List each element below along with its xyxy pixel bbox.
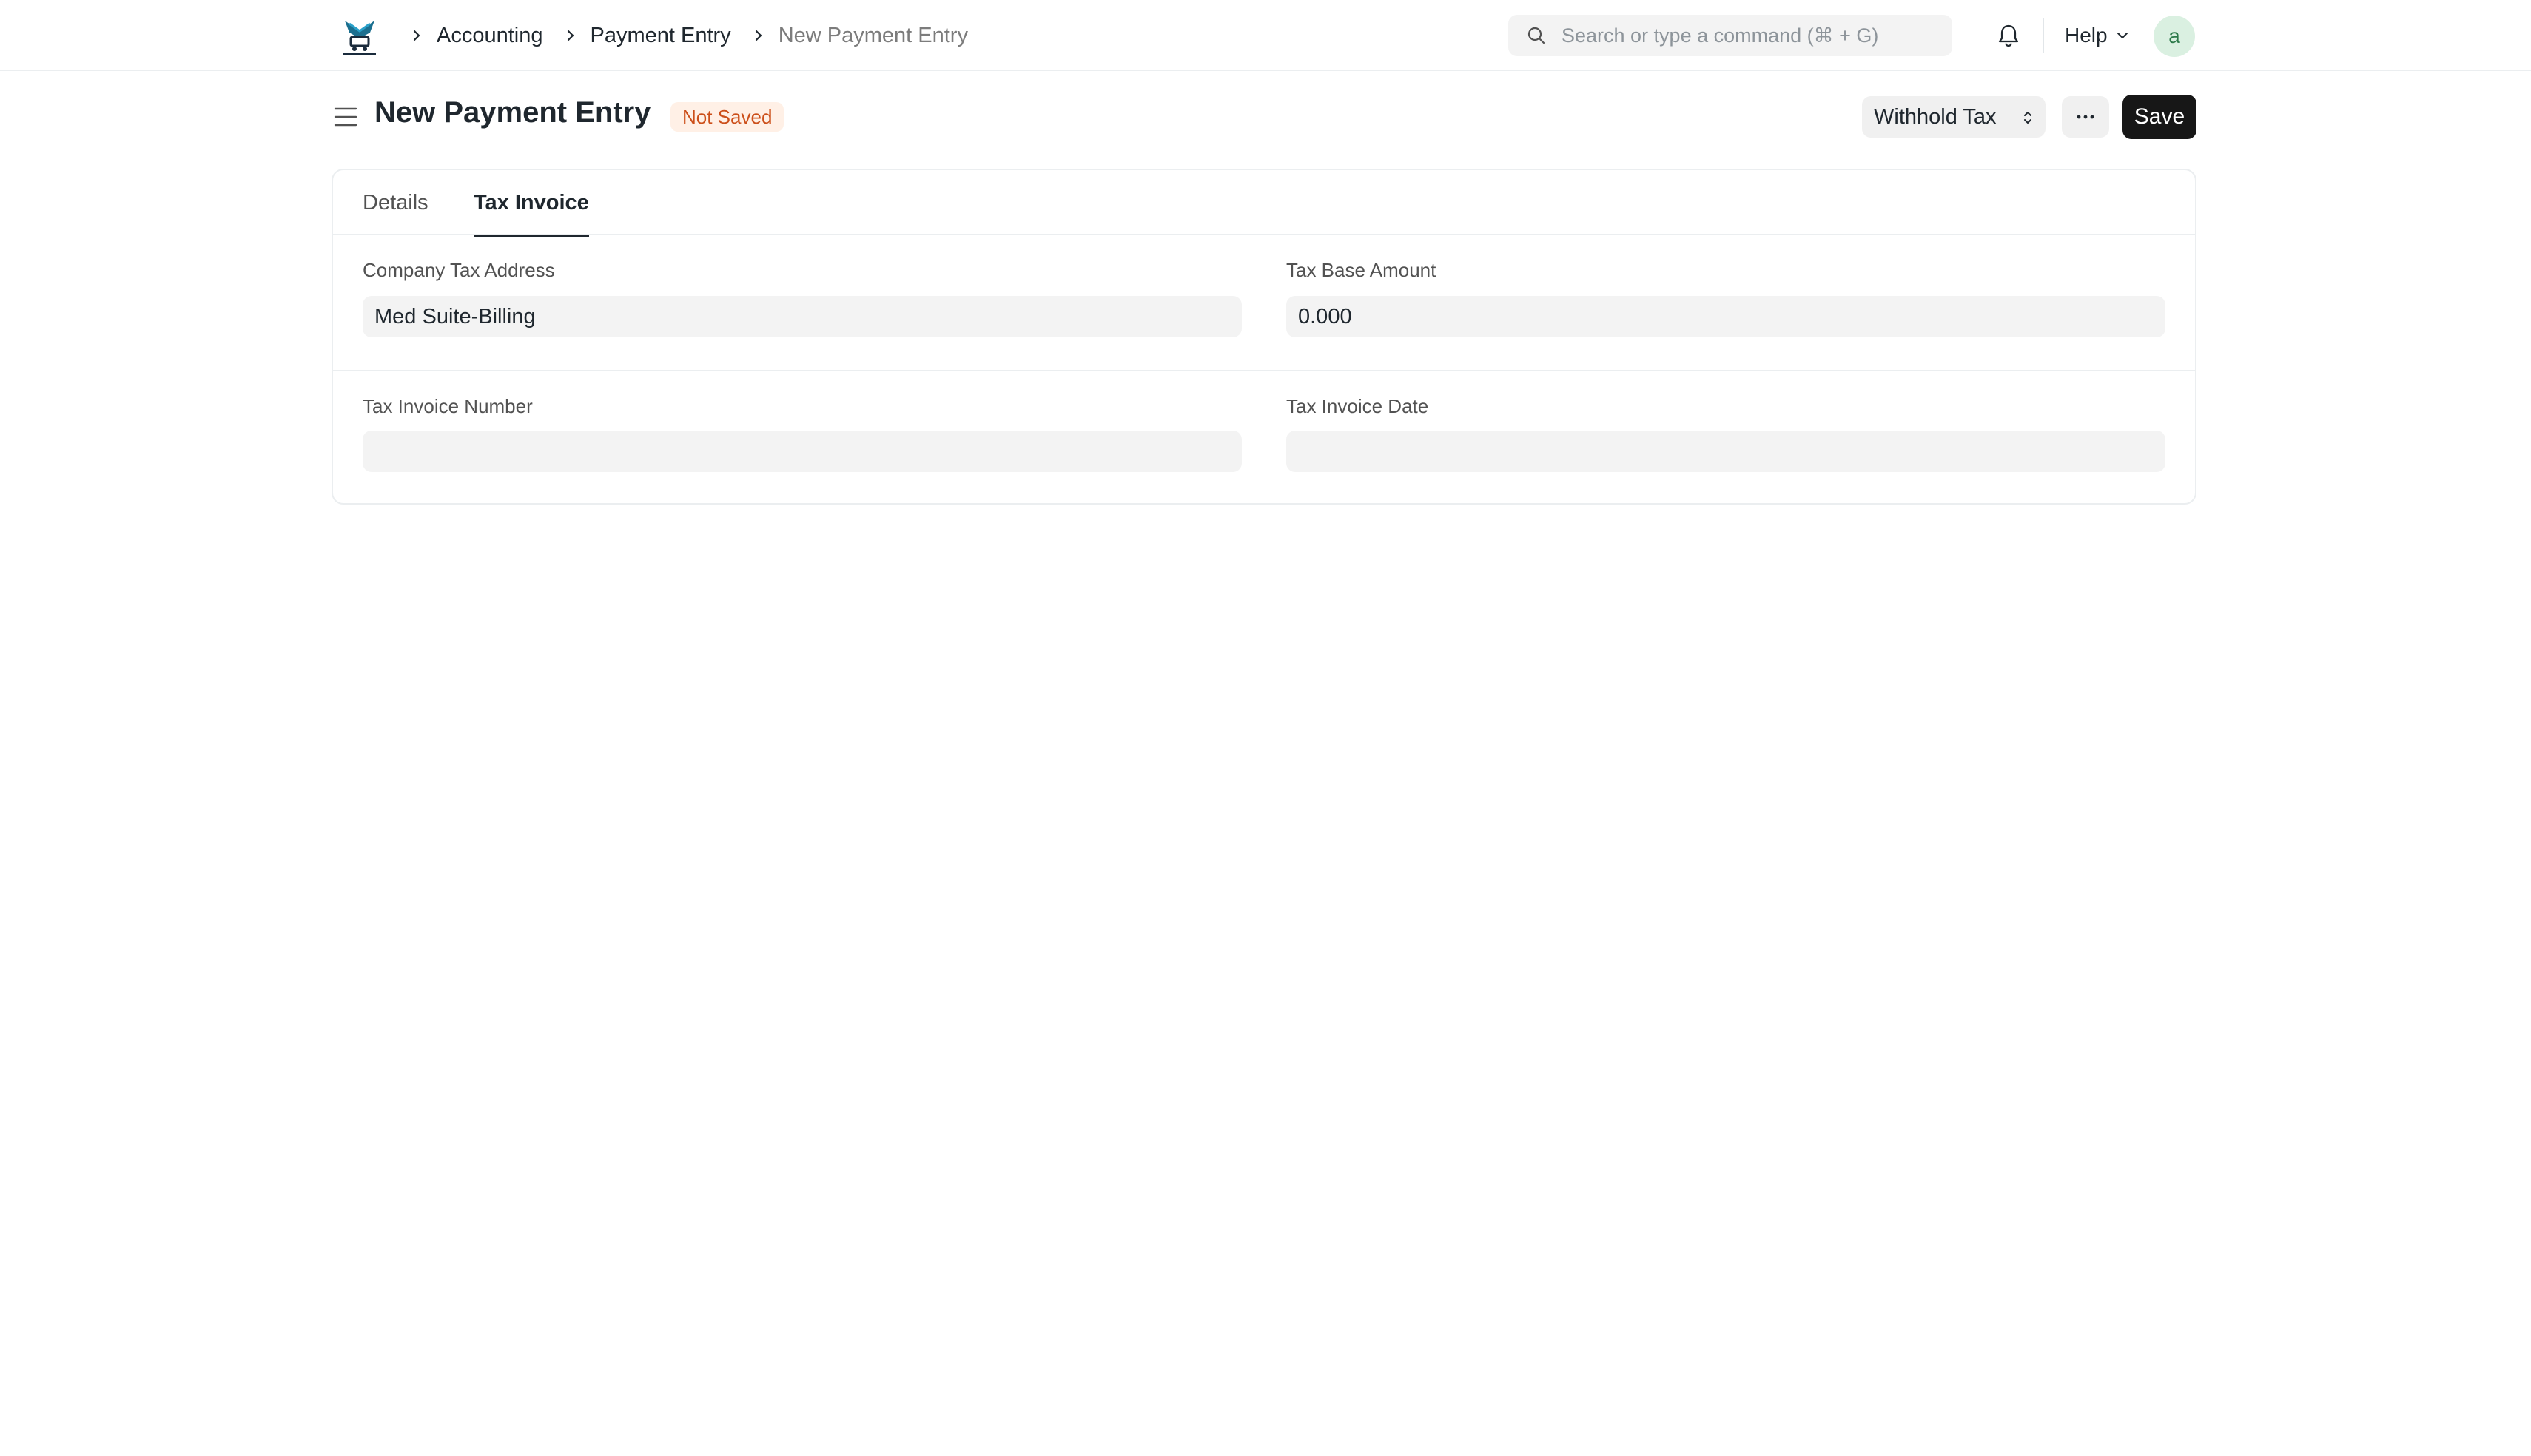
form-section-tax-invoice: Tax Invoice Number Tax Invoice Date (333, 371, 2195, 505)
form-tabs: Details Tax Invoice (333, 170, 2195, 237)
status-badge: Not Saved (670, 102, 784, 132)
select-updown-icon (2024, 112, 2031, 124)
search-bar[interactable] (1508, 15, 1952, 56)
chevron-down-icon (2117, 33, 2128, 38)
tax-invoice-date-label: Tax Invoice Date (1286, 395, 1429, 417)
form-card: Details Tax Invoice Company Tax Address … (332, 169, 2196, 505)
breadcrumb-new-payment-entry: New Payment Entry (778, 23, 968, 47)
tax-invoice-date-field[interactable] (1286, 431, 2165, 472)
save-button[interactable]: Save (2122, 95, 2196, 139)
bell-icon[interactable] (1995, 22, 2022, 49)
help-label: Help (2065, 24, 2108, 47)
form-section-tax-address: Company Tax Address Tax Base Amount (333, 235, 2195, 371)
more-actions-button[interactable] (2062, 96, 2109, 138)
help-dropdown[interactable]: Help (2065, 21, 2130, 50)
chevron-right-icon (562, 27, 579, 44)
breadcrumb-payment-entry[interactable]: Payment Entry (591, 24, 731, 48)
tax-base-amount-label: Tax Base Amount (1286, 259, 1436, 281)
tax-invoice-number-label: Tax Invoice Number (363, 395, 533, 417)
tab-details[interactable]: Details (363, 170, 428, 235)
tax-base-amount-field[interactable] (1286, 296, 2165, 337)
chevron-right-icon (750, 27, 767, 44)
navbar: Accounting Payment Entry New Payment Ent… (0, 0, 2531, 71)
navbar-divider (2043, 18, 2044, 53)
tax-invoice-number-field[interactable] (363, 431, 1242, 472)
more-horizontal-icon (2077, 115, 2094, 119)
search-icon (1527, 27, 1545, 44)
company-tax-address-field[interactable] (363, 296, 1242, 337)
search-input[interactable] (1560, 23, 1945, 48)
withhold-tax-select[interactable]: Withhold Tax (1862, 96, 2046, 138)
chevron-right-icon (409, 27, 425, 44)
app-logo-icon[interactable] (340, 16, 379, 56)
company-tax-address-label: Company Tax Address (363, 259, 555, 281)
withhold-tax-select-value: Withhold Tax (1874, 104, 1997, 129)
breadcrumb: Accounting Payment Entry New Payment Ent… (406, 19, 984, 52)
avatar[interactable]: a (2154, 16, 2195, 57)
page-title: New Payment Entry (374, 96, 651, 129)
sidebar-toggle-icon[interactable] (333, 105, 358, 129)
tab-tax-invoice[interactable]: Tax Invoice (474, 170, 589, 237)
breadcrumb-accounting[interactable]: Accounting (437, 24, 543, 48)
